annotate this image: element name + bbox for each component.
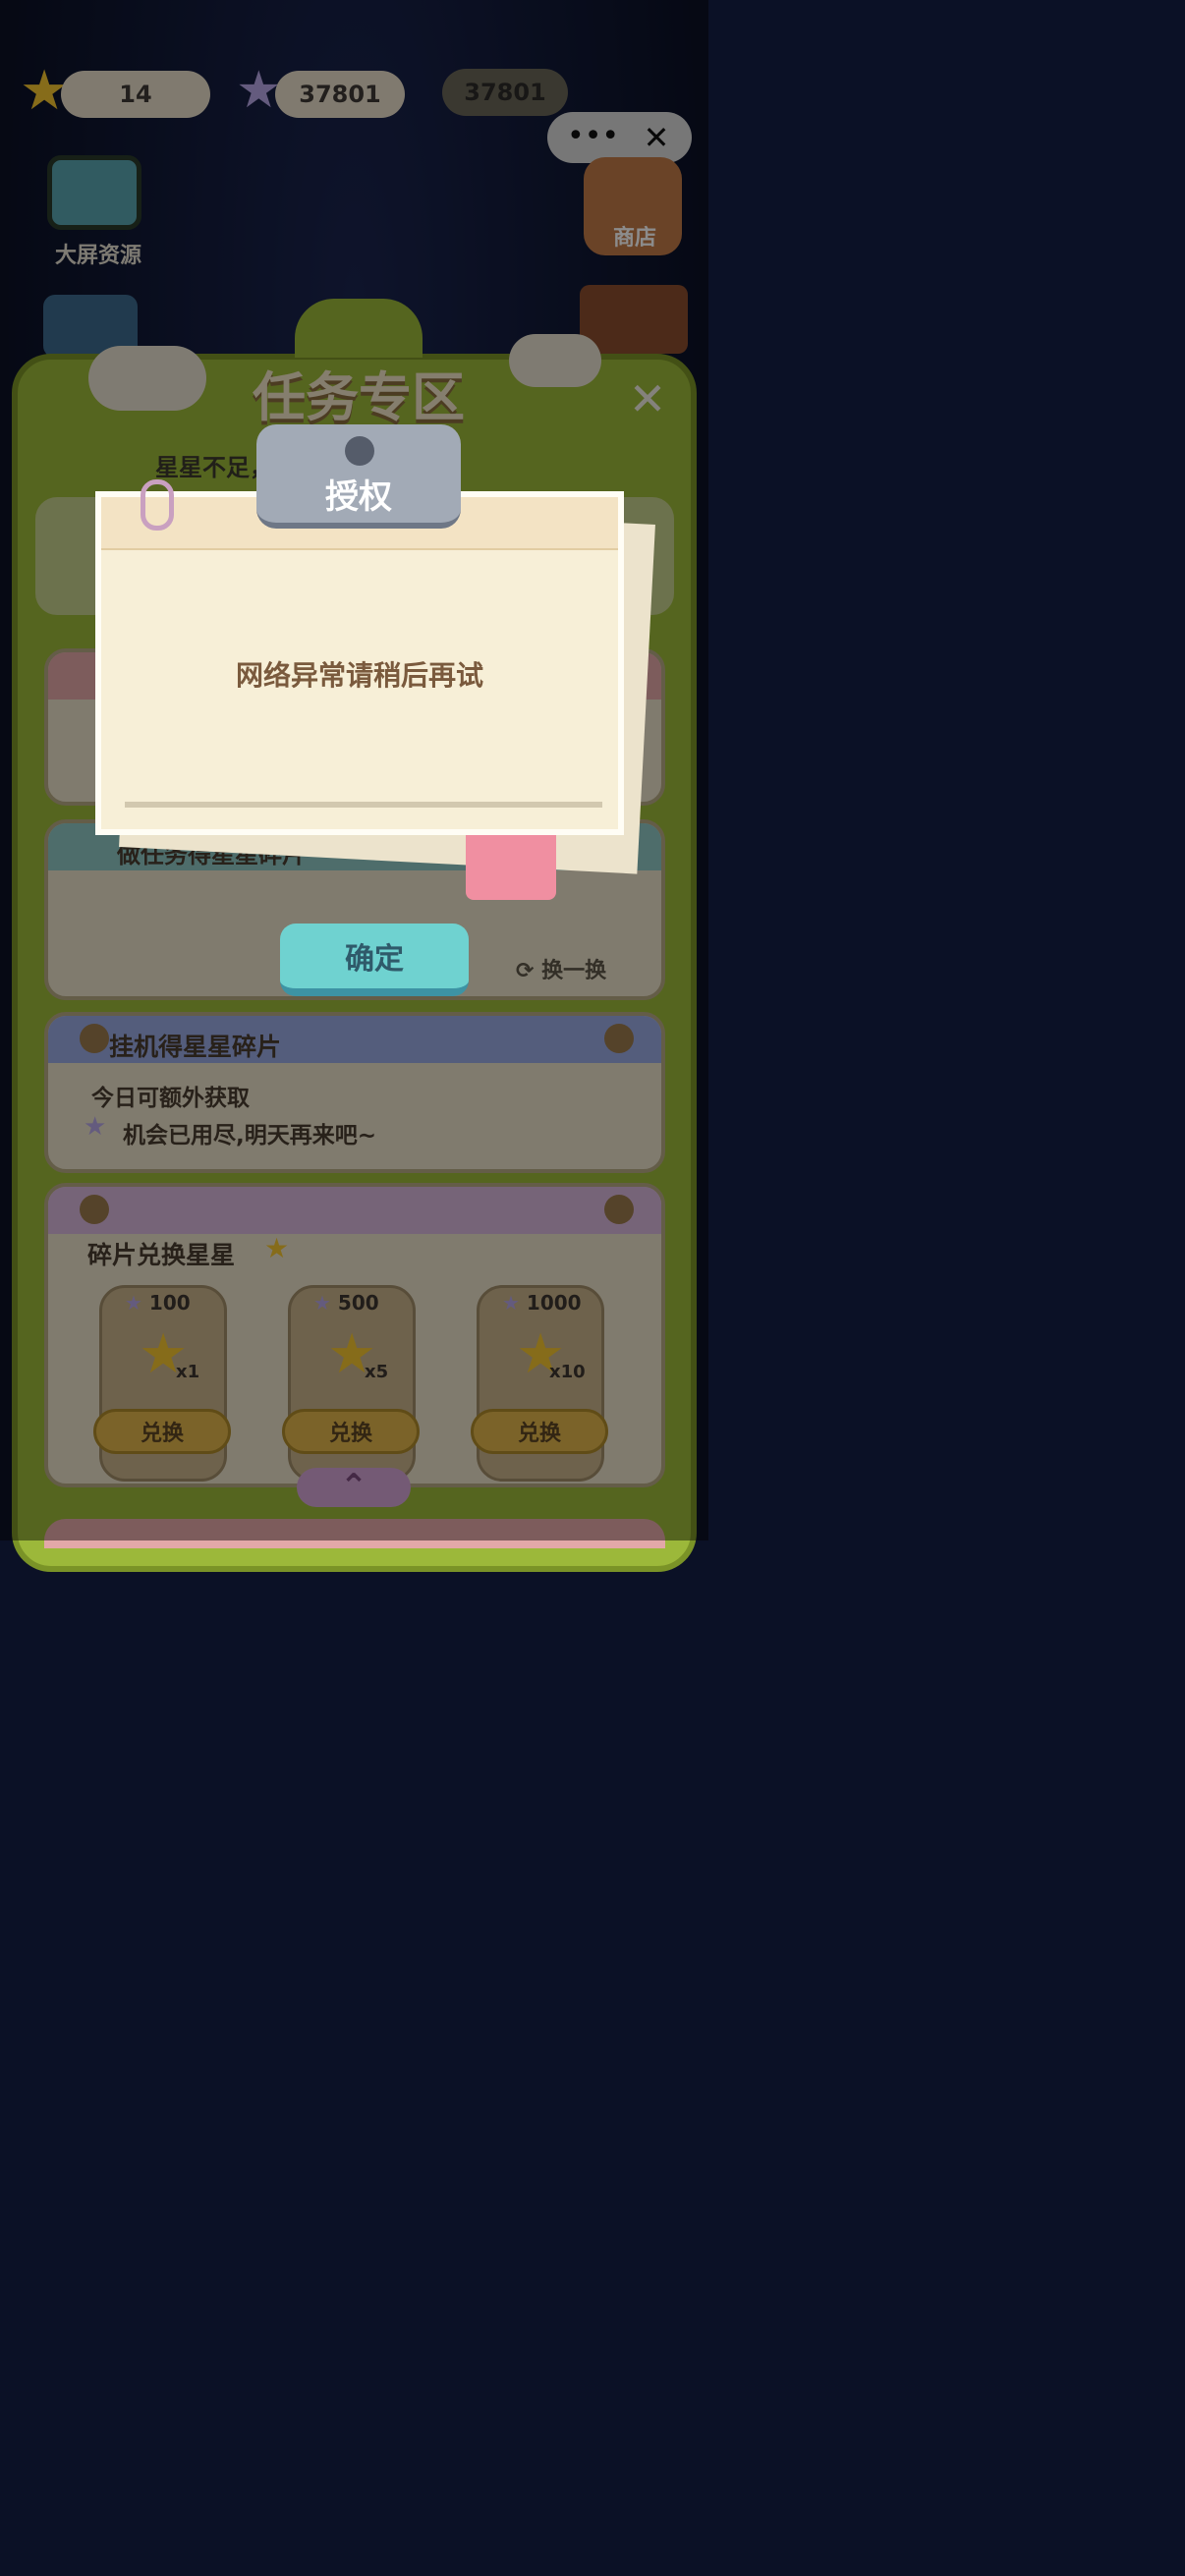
dialog-message: 网络异常请稍后再试 bbox=[235, 659, 483, 692]
dialog-title: 授权 bbox=[325, 477, 392, 517]
clip-hole bbox=[345, 436, 374, 466]
paperclip-icon bbox=[141, 479, 174, 531]
confirm-button[interactable]: 确定 bbox=[280, 924, 469, 996]
paper-bottom-line bbox=[125, 802, 602, 808]
dialog-paper: 网络异常请稍后再试 bbox=[95, 491, 624, 835]
dialog-clip: 授权 bbox=[256, 424, 461, 529]
